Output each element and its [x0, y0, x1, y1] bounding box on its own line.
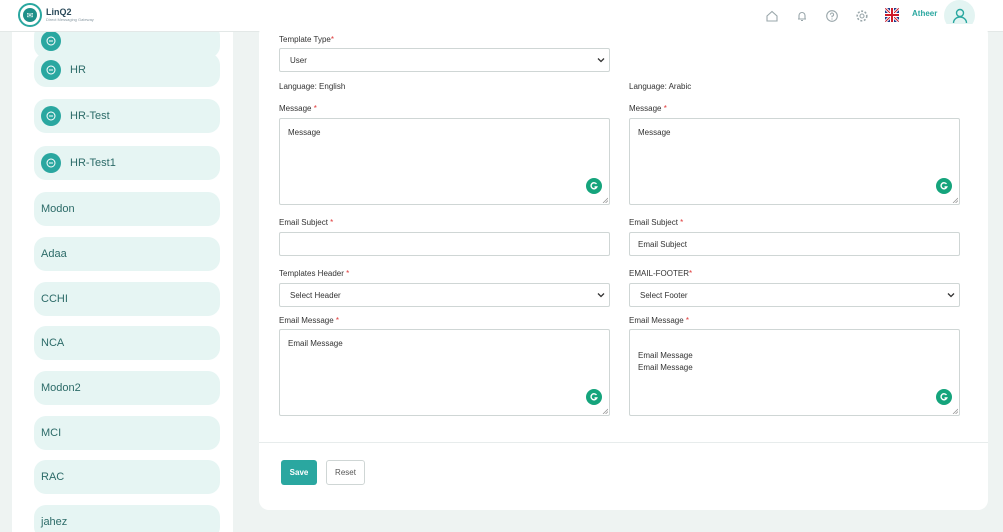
sidebar-item-hr[interactable]: HR: [34, 53, 220, 87]
chevron-down-icon: [947, 293, 955, 298]
help-icon[interactable]: [823, 7, 841, 25]
sidebar-item-hr-test[interactable]: HR-Test: [34, 99, 220, 133]
sidebar: HR HR-Test HR-Test1 Modon Adaa CCHI NCA …: [12, 32, 233, 532]
sidebar-item-label: CCHI: [41, 293, 68, 305]
resize-handle-icon[interactable]: [952, 408, 958, 414]
email-message-label-en: Email Message *: [279, 316, 340, 325]
message-textarea-en[interactable]: Message: [279, 118, 610, 205]
sidebar-item-rac[interactable]: RAC: [34, 460, 220, 494]
email-subject-input-ar[interactable]: Email Subject: [629, 232, 960, 256]
message-label-ar: Message *: [629, 104, 667, 113]
chevron-down-icon: [597, 58, 605, 63]
sidebar-item-hr-test1[interactable]: HR-Test1: [34, 146, 220, 180]
gear-icon[interactable]: [853, 7, 871, 25]
resize-handle-icon[interactable]: [952, 197, 958, 203]
email-footer-label: EMAIL-FOOTER*: [629, 269, 693, 278]
bell-icon[interactable]: [793, 7, 811, 25]
grammarly-icon[interactable]: [586, 178, 602, 194]
templates-header-select[interactable]: Select Header: [279, 283, 610, 307]
message-label-en: Message *: [279, 104, 317, 113]
email-message-label-ar: Email Message *: [629, 316, 690, 325]
grammarly-icon[interactable]: [936, 178, 952, 194]
email-subject-label-en: Email Subject *: [279, 218, 334, 227]
sidebar-item-label: Adaa: [41, 248, 67, 260]
sidebar-item-label: HR: [70, 64, 86, 76]
sidebar-item-modon2[interactable]: Modon2: [34, 371, 220, 405]
resize-handle-icon[interactable]: [602, 197, 608, 203]
sidebar-item-adaa[interactable]: Adaa: [34, 237, 220, 271]
template-type-label: Template Type*: [279, 35, 335, 44]
grammarly-icon[interactable]: [586, 389, 602, 405]
save-button[interactable]: Save: [281, 460, 317, 485]
minus-circle-icon: [41, 153, 61, 173]
reset-button[interactable]: Reset: [326, 460, 365, 485]
email-footer-select[interactable]: Select Footer: [629, 283, 960, 307]
language-arabic-label: Language: Arabic: [629, 82, 692, 91]
form-divider: [259, 442, 988, 443]
email-message-textarea-en[interactable]: Email Message: [279, 329, 610, 416]
template-type-select[interactable]: User: [279, 48, 610, 72]
sidebar-item-label: Modon2: [41, 382, 81, 394]
sidebar-item-jahez[interactable]: jahez: [34, 505, 220, 532]
templates-header-label: Templates Header *: [279, 269, 350, 278]
logo-mark: ✉: [18, 3, 42, 27]
home-icon[interactable]: [763, 7, 781, 25]
email-subject-label-ar: Email Subject *: [629, 218, 684, 227]
grammarly-icon[interactable]: [936, 389, 952, 405]
uk-flag-icon[interactable]: [885, 8, 899, 22]
logo-chat-icon: ✉: [23, 8, 37, 22]
template-form-card: Template Type* User Language: English La…: [259, 24, 988, 510]
minus-circle-icon: [41, 32, 61, 51]
logo-tagline: Direct Messaging Gateway: [46, 17, 94, 22]
minus-circle-icon: [41, 106, 61, 126]
sidebar-item-label: MCI: [41, 427, 62, 439]
language-english-label: Language: English: [279, 82, 346, 91]
sidebar-item-label: Modon: [41, 203, 75, 215]
resize-handle-icon[interactable]: [602, 408, 608, 414]
chevron-down-icon: [597, 293, 605, 298]
logo-name: LinQ2: [46, 7, 72, 17]
sidebar-item-modon[interactable]: Modon: [34, 192, 220, 226]
sidebar-item-label: HR-Test: [70, 110, 110, 122]
minus-circle-icon: [41, 60, 61, 80]
user-name[interactable]: Atheer: [912, 9, 937, 18]
sidebar-item-cchi[interactable]: CCHI: [34, 282, 220, 316]
sidebar-item-label: HR-Test1: [70, 157, 116, 169]
sidebar-item-label: jahez: [41, 516, 68, 528]
sidebar-item-label: RAC: [41, 471, 65, 483]
app-logo[interactable]: ✉ LinQ2 Direct Messaging Gateway: [18, 3, 94, 27]
email-subject-input-en[interactable]: [279, 232, 610, 256]
email-message-textarea-ar[interactable]: Email Message Email Message: [629, 329, 960, 416]
sidebar-item-mci[interactable]: MCI: [34, 416, 220, 450]
sidebar-item-nca[interactable]: NCA: [34, 326, 220, 360]
sidebar-item-label: NCA: [41, 337, 65, 349]
message-textarea-ar[interactable]: Message: [629, 118, 960, 205]
